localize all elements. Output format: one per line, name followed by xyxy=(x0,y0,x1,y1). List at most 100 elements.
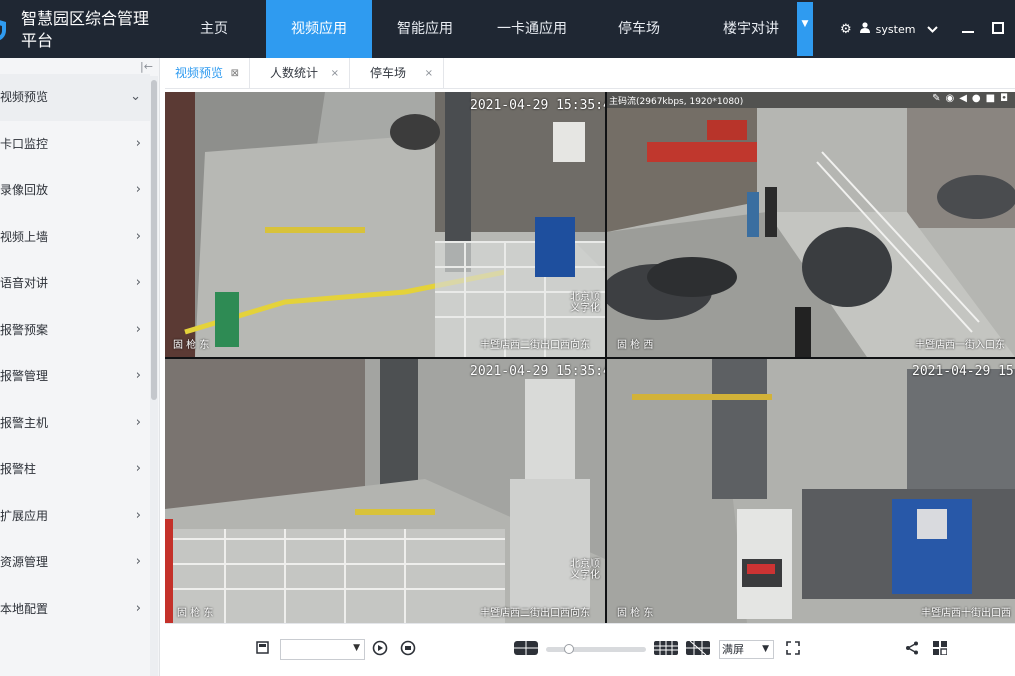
camera-icon[interactable]: ◘ xyxy=(1000,93,1013,104)
record-icon[interactable]: ■ xyxy=(986,93,1000,104)
header-user-area: ⚙ system xyxy=(840,0,1005,58)
sidebar-item-video-preview[interactable]: 视频预览 ⌄ xyxy=(0,74,150,121)
close-icon[interactable]: × xyxy=(425,58,433,89)
chevron-right-icon: › xyxy=(135,600,141,616)
username[interactable]: system xyxy=(876,23,916,36)
tab-parking[interactable]: 停车场 × xyxy=(350,58,444,89)
app-title: 智慧园区综合管理平台 xyxy=(21,9,150,50)
chevron-right-icon: › xyxy=(135,182,141,197)
video-tile-4[interactable]: 2021-04-29 15:35 丰暨店西十街出口西 固 枪 东 xyxy=(607,359,1015,623)
nav-home[interactable]: 主页 xyxy=(162,0,266,58)
camera-feed-1 xyxy=(165,92,605,357)
sidebar-item-resources[interactable]: 资源管理 › xyxy=(0,539,150,586)
nav-video-apps[interactable]: 视频应用 xyxy=(266,0,372,58)
stream-info: 主码流(2967kbps, 1920*1080) xyxy=(609,97,744,107)
record-icon[interactable] xyxy=(400,640,416,660)
chevron-right-icon: › xyxy=(135,135,141,151)
timestamp: 2021-04-29 15:35:47 xyxy=(470,364,605,379)
tab-label: 人数统计 xyxy=(270,66,319,80)
video-tile-3[interactable]: 2021-04-29 15:35:47 北京顺义字化 丰暨店西二街出口西向东 固… xyxy=(165,359,605,623)
sidebar-menu: 视频预览 ⌄ 卡口监控 › 录像回放 › 视频上墙 › 语音对讲 › 报警预案 › 报警管理… xyxy=(0,74,150,632)
chevron-right-icon: › xyxy=(135,228,141,244)
sidebar-item-alarm-plan[interactable]: 报警预案 › xyxy=(0,307,150,354)
sidebar-item-alarm-mgmt[interactable]: 报警管理 › xyxy=(0,353,150,400)
chevron-right-icon: › xyxy=(135,507,141,523)
app-window: 智慧园区综合管理平台 主页 视频应用 智能应用 一卡通应用 停车场 楼宇对讲 ▼… xyxy=(0,0,1015,676)
gear-icon[interactable]: ⚙ xyxy=(840,22,852,37)
camera-corner-label: 固 枪 东 xyxy=(617,608,654,619)
sidebar-item-local-config[interactable]: 本地配置 › xyxy=(0,586,150,633)
sidebar-item-alarm-post[interactable]: 报警柱 › xyxy=(0,446,150,493)
playback-icon[interactable] xyxy=(372,640,388,660)
sidebar-item-extensions[interactable]: 扩展应用 › xyxy=(0,493,150,540)
top-nav: 主页 视频应用 智能应用 一卡通应用 停车场 楼宇对讲 xyxy=(162,0,810,58)
eye-icon[interactable]: ◉ xyxy=(945,93,959,104)
video-tile-1[interactable]: 2021-04-29 15:35:47 北京顺义字化 丰暨店西二街出口西向东 固… xyxy=(165,92,605,357)
fullscreen-icon[interactable] xyxy=(786,641,800,659)
sidebar-item-playback[interactable]: 录像回放 › xyxy=(0,167,150,214)
sidebar-item-checkpoint[interactable]: 卡口监控 › xyxy=(0,121,150,168)
sidebar-item-alarm-host[interactable]: 报警主机 › xyxy=(0,400,150,447)
sidebar-item-voice-talk[interactable]: 语音对讲 › xyxy=(0,260,150,307)
collapse-sidebar-icon[interactable]: |← xyxy=(140,60,153,73)
sidebar-item-label: 卡口监控 xyxy=(0,136,49,151)
nav-parking[interactable]: 停车场 xyxy=(586,0,692,58)
save-icon[interactable] xyxy=(256,641,269,658)
microphone-icon[interactable]: ● xyxy=(972,93,986,104)
shield-logo-icon xyxy=(0,16,8,46)
camera-feed-2 xyxy=(607,92,1015,357)
sidebar: |← 视频预览 ⌄ 卡口监控 › 录像回放 › 视频上墙 › 语音对讲 › 报警预案 › 报… xyxy=(0,58,160,676)
tab-label: 视频预览 xyxy=(175,66,224,80)
sidebar-item-label: 报警柱 xyxy=(0,462,37,476)
chevron-right-icon: › xyxy=(135,321,141,337)
layout-custom-icon[interactable] xyxy=(686,640,710,659)
close-icon[interactable]: ⊠ xyxy=(231,58,239,89)
nav-card-apps[interactable]: 一卡通应用 xyxy=(478,0,586,58)
camera-feed-4 xyxy=(607,359,1015,623)
layout-slider[interactable] xyxy=(546,647,646,652)
share-icon[interactable] xyxy=(905,641,919,659)
caret-down-icon: ▼ xyxy=(801,19,809,29)
sidebar-item-label: 录像回放 xyxy=(0,183,49,197)
chevron-right-icon: › xyxy=(135,461,141,476)
fit-mode-value: 满屏 xyxy=(722,643,744,656)
close-icon[interactable]: × xyxy=(331,58,339,89)
camera-location: 丰暨店西二街出口西向东 xyxy=(480,608,590,619)
nav-intercom[interactable]: 楼宇对讲 xyxy=(692,0,810,58)
maximize-icon[interactable] xyxy=(992,21,1005,37)
layout-slider-knob[interactable] xyxy=(564,644,574,654)
sidebar-item-label: 报警主机 xyxy=(0,415,49,430)
tile-toolbar: ✎◉◀●■◘ xyxy=(932,93,1013,104)
layout-2x2-icon[interactable] xyxy=(514,641,538,659)
chevron-down-icon[interactable] xyxy=(927,23,939,36)
chevron-down-icon: ⌄ xyxy=(130,89,141,104)
nav-smart-apps[interactable]: 智能应用 xyxy=(372,0,478,58)
sidebar-item-label: 报警管理 xyxy=(0,369,49,383)
pin-icon[interactable]: ✎ xyxy=(932,93,945,104)
minimize-icon[interactable] xyxy=(962,23,975,36)
fit-mode-select[interactable]: 满屏 ▼ xyxy=(719,640,774,659)
layout-3x3-icon[interactable] xyxy=(654,641,678,659)
sidebar-scroll-thumb[interactable] xyxy=(151,80,157,400)
user-icon xyxy=(859,22,870,36)
volume-icon[interactable]: ◀ xyxy=(959,93,972,104)
chevron-right-icon: › xyxy=(135,275,141,290)
caret-down-icon: ▼ xyxy=(762,644,769,654)
nav-more-button[interactable]: ▼ xyxy=(797,2,813,56)
sidebar-item-label: 本地配置 xyxy=(0,601,49,616)
window-icon[interactable] xyxy=(933,641,948,659)
camera-corner-label: 固 枪 西 xyxy=(617,340,654,351)
video-tile-2[interactable]: 主码流(2967kbps, 1920*1080) ✎◉◀●■◘ 丰暨店西一街入口… xyxy=(607,92,1015,357)
sidebar-item-label: 语音对讲 xyxy=(0,276,49,290)
sidebar-item-label: 报警预案 xyxy=(0,322,49,337)
camera-corner-label: 固 枪 东 xyxy=(173,340,210,351)
video-toolbar: ▼ 满屏 ▼ xyxy=(165,623,1015,676)
caret-down-icon: ▼ xyxy=(353,643,360,653)
tab-video-preview[interactable]: 视频预览 ⊠ xyxy=(165,58,250,89)
sidebar-item-video-wall[interactable]: 视频上墙 › xyxy=(0,214,150,261)
camera-location: 丰暨店西一街入口东 xyxy=(915,340,1005,351)
tab-people-count[interactable]: 人数统计 × xyxy=(250,58,350,89)
video-grid: 2021-04-29 15:35:47 北京顺义字化 丰暨店西二街出口西向东 固… xyxy=(165,92,1015,623)
chevron-right-icon: › xyxy=(135,368,141,383)
stream-select[interactable]: ▼ xyxy=(280,639,365,660)
